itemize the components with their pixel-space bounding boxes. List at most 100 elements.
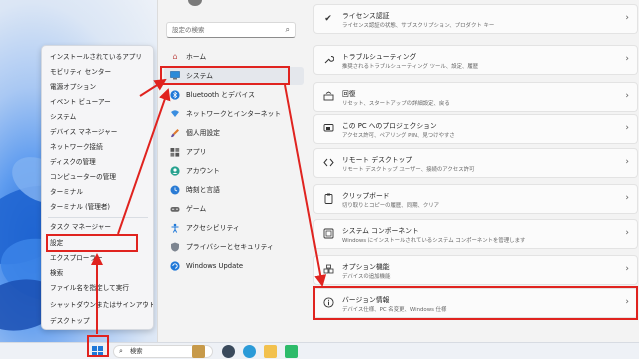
settings-search-placeholder: 設定の検索: [172, 26, 205, 34]
nav-item-accessibility[interactable]: アクセシビリティ: [164, 219, 304, 237]
card-description: アクセス許可、ペアリング PIN、見つけやすさ: [342, 133, 455, 139]
menu-item-event-viewer[interactable]: イベント ビューアー: [43, 95, 153, 110]
card-description: Windows にインストールされているシステム コンポーネントを管理します: [342, 238, 526, 244]
nav-label: アクセシビリティ: [186, 224, 240, 232]
card-title: この PC へのプロジェクション: [342, 122, 437, 130]
chevron-right-icon: ›: [144, 301, 147, 309]
quick-link-menu: インストールされているアプリ モビリティ センター 電源オプション イベント ビ…: [41, 45, 154, 330]
card-title: 回復: [342, 90, 356, 98]
nav-label: 時刻と言語: [186, 186, 220, 194]
bluetooth-icon: [170, 90, 180, 100]
menu-item-disk-management[interactable]: ディスクの管理: [43, 155, 153, 170]
chevron-right-icon: ›: [625, 193, 629, 203]
card-title: トラブルシューティング: [342, 53, 417, 61]
nav-item-gaming[interactable]: ゲーム: [164, 200, 304, 218]
remote-desktop-icon: [322, 157, 334, 169]
chevron-right-icon: ›: [625, 264, 629, 274]
nav-item-apps[interactable]: アプリ: [164, 143, 304, 161]
apps-icon: [170, 147, 180, 157]
menu-item-shutdown[interactable]: シャットダウンまたはサインアウト ›: [43, 298, 153, 313]
nav-label: Bluetooth とデバイス: [186, 91, 255, 99]
nav-item-privacy[interactable]: プライバシーとセキュリティ: [164, 238, 304, 256]
chevron-right-icon: ›: [625, 54, 629, 64]
chevron-right-icon: ›: [625, 228, 629, 238]
menu-item-run[interactable]: ファイル名を指定して実行: [43, 281, 153, 296]
nav-item-home[interactable]: ⌂ ホーム: [164, 48, 304, 66]
check-circle-icon: ✔: [324, 14, 332, 24]
home-icon: ⌂: [172, 52, 178, 61]
chevron-right-icon: ›: [625, 91, 629, 101]
search-icon: ⌕: [119, 347, 123, 355]
menu-item-network-connections[interactable]: ネットワーク接続: [43, 140, 153, 155]
card-system-components[interactable]: システム コンポーネント Windows にインストールされているシステム コン…: [313, 219, 638, 249]
store-icon[interactable]: [285, 345, 298, 358]
gamepad-icon: [170, 204, 180, 214]
nav-item-windows-update[interactable]: Windows Update: [164, 257, 304, 275]
card-remote-desktop[interactable]: リモート デスクトップ リモート デスクトップ ユーザー、接続のアクセス許可 ›: [313, 148, 638, 178]
menu-item-search[interactable]: 検索: [43, 266, 153, 281]
card-title: システム コンポーネント: [342, 227, 419, 235]
settings-search-input[interactable]: 設定の検索 ⌕: [166, 22, 296, 38]
components-icon: [322, 228, 334, 240]
card-description: 推奨されるトラブルシューティング ツール、設定、履歴: [342, 64, 479, 70]
wrench-icon: [322, 54, 334, 66]
widgets-icon[interactable]: [192, 345, 205, 358]
card-title: クリップボード: [342, 192, 390, 200]
network-icon: [170, 109, 180, 119]
nav-item-network[interactable]: ネットワークとインターネット: [164, 105, 304, 123]
menu-item-explorer[interactable]: エクスプローラー: [43, 251, 153, 266]
nav-item-bluetooth[interactable]: Bluetooth とデバイス: [164, 86, 304, 104]
chevron-right-icon: ›: [625, 13, 629, 23]
menu-item-device-manager[interactable]: デバイス マネージャー: [43, 125, 153, 140]
card-title: ライセンス認証: [342, 12, 390, 20]
file-explorer-icon[interactable]: [264, 345, 277, 358]
edge-icon[interactable]: [243, 345, 256, 358]
highlight-start-button: [87, 335, 109, 357]
nav-label: アカウント: [186, 167, 220, 175]
card-description: ライセンス認証の状態、サブスクリプション、プロダクト キー: [342, 23, 495, 29]
nav-label: アプリ: [186, 148, 207, 156]
nav-item-accounts[interactable]: アカウント: [164, 162, 304, 180]
accessibility-icon: [170, 223, 180, 233]
menu-item-mobility-center[interactable]: モビリティ センター: [43, 65, 153, 80]
menu-item-power-options[interactable]: 電源オプション: [43, 80, 153, 95]
card-optional-features[interactable]: オプション機能 デバイスの追加機能 ›: [313, 255, 638, 285]
card-description: 切り取りとコピーの履歴、同期、クリア: [342, 203, 440, 209]
menu-separator: [48, 217, 148, 218]
menu-item-shutdown-label: シャットダウンまたはサインアウト: [50, 301, 153, 309]
highlight-about-card: [313, 286, 638, 320]
card-troubleshoot[interactable]: トラブルシューティング 推奨されるトラブルシューティング ツール、設定、履歴 ›: [313, 45, 638, 75]
account-icon: [170, 166, 180, 176]
nav-label: プライバシーとセキュリティ: [186, 243, 274, 251]
card-clipboard[interactable]: クリップボード 切り取りとコピーの履歴、同期、クリア ›: [313, 184, 638, 214]
menu-item-desktop[interactable]: デスクトップ: [43, 314, 153, 329]
card-projection[interactable]: この PC へのプロジェクション アクセス許可、ペアリング PIN、見つけやすさ…: [313, 114, 638, 144]
card-title: オプション機能: [342, 263, 390, 271]
card-description: リセット、スタートアップの詳細設定、戻る: [342, 101, 450, 107]
card-activation[interactable]: ✔ ライセンス認証 ライセンス認証の状態、サブスクリプション、プロダクト キー …: [313, 4, 638, 34]
clipboard-icon: [322, 193, 334, 205]
card-description: リモート デスクトップ ユーザー、接続のアクセス許可: [342, 167, 475, 173]
menu-item-computer-management[interactable]: コンピューターの管理: [43, 170, 153, 185]
menu-item-terminal[interactable]: ターミナル: [43, 185, 153, 200]
chevron-right-icon: ›: [625, 123, 629, 133]
task-view-icon[interactable]: [222, 345, 235, 358]
nav-label: 個人用設定: [186, 129, 220, 137]
shield-icon: [170, 242, 180, 252]
highlight-settings-menu-item: [46, 234, 138, 252]
nav-item-personalization[interactable]: 個人用設定: [164, 124, 304, 142]
taskbar-search-label: 検索: [130, 348, 143, 355]
nav-item-time-language[interactable]: 時刻と言語: [164, 181, 304, 199]
menu-item-system[interactable]: システム: [43, 110, 153, 125]
highlight-system-nav: [160, 66, 290, 85]
menu-item-terminal-admin[interactable]: ターミナル (管理者): [43, 200, 153, 215]
avatar: [188, 0, 202, 6]
nav-label: ホーム: [186, 53, 207, 61]
card-recovery[interactable]: 回復 リセット、スタートアップの詳細設定、戻る ›: [313, 82, 638, 112]
recovery-icon: [322, 91, 334, 103]
nav-label: Windows Update: [186, 262, 244, 270]
projection-icon: [322, 123, 334, 135]
menu-item-installed-apps[interactable]: インストールされているアプリ: [43, 50, 153, 65]
optional-features-icon: [322, 264, 334, 276]
menu-item-task-manager[interactable]: タスク マネージャー: [43, 220, 153, 235]
